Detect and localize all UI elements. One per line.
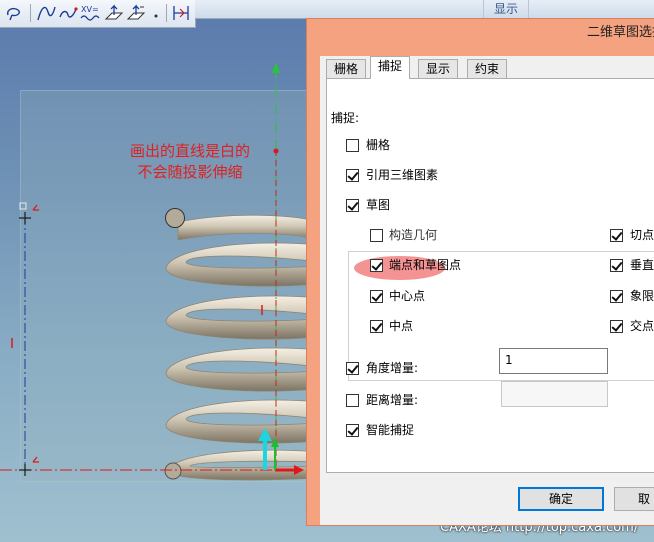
- tab-grid[interactable]: 栅格: [326, 59, 367, 78]
- tab-constraint[interactable]: 约束: [467, 59, 508, 78]
- center-checkbox[interactable]: [370, 290, 383, 303]
- distance-increment-checkbox[interactable]: [346, 394, 359, 407]
- toolbar-separator: [30, 4, 31, 22]
- snap-tab-panel: 捕捉: 栅格 引用三维图素 草图 构造几何 切点 端点和草图点 垂直 中心点 象…: [326, 78, 654, 473]
- spring-coils: [165, 214, 321, 481]
- annotation-line-2: 不会随投影伸缩: [137, 163, 243, 181]
- construction-label: 构造几何: [389, 228, 438, 242]
- axis-point-top: [273, 148, 279, 154]
- midpoint-checkbox[interactable]: [370, 320, 383, 333]
- cancel-button[interactable]: 取: [614, 487, 654, 511]
- sketch-checkbox[interactable]: [346, 199, 359, 212]
- spring-end-circle-top: [165, 208, 185, 228]
- sketch-label: 草图: [366, 198, 391, 212]
- sketch-select-dialog: 二维草图选择 栅格 捕捉 显示 约束 捕捉: 栅格 引用三维图素 草图 构造几何…: [306, 18, 654, 526]
- tab-display-top[interactable]: 显示: [483, 0, 529, 18]
- tab-snap[interactable]: 捕捉: [370, 56, 411, 79]
- plane-arrow-icon[interactable]: [104, 3, 124, 23]
- snap-section-label: 捕捉:: [331, 111, 360, 125]
- angle-increment-checkbox[interactable]: [346, 362, 359, 375]
- curve-icon[interactable]: [58, 3, 78, 23]
- perpendicular-label: 垂直: [630, 258, 654, 272]
- distance-increment-input[interactable]: [501, 381, 608, 407]
- spring-end-circle-bottom: [164, 462, 182, 480]
- endpoint-marker-top: [19, 202, 39, 224]
- svg-text:XV=: XV=: [81, 5, 99, 14]
- reference-icon[interactable]: [171, 3, 191, 23]
- perpendicular-checkbox[interactable]: [610, 259, 623, 272]
- lasso-icon[interactable]: [4, 3, 24, 23]
- smart-snap-checkbox[interactable]: [346, 424, 359, 437]
- intersection-label: 交点: [630, 319, 654, 333]
- toolbar-separator: [166, 4, 167, 22]
- quadrant-checkbox[interactable]: [610, 290, 623, 303]
- angle-increment-input[interactable]: 1: [499, 348, 608, 374]
- midpoint-label: 中点: [389, 319, 414, 333]
- text-curve-icon[interactable]: XV=: [80, 3, 100, 23]
- tangent-checkbox[interactable]: [610, 229, 623, 242]
- endpoints-checkbox[interactable]: [370, 259, 383, 272]
- dialog-client-area: 栅格 捕捉 显示 约束 捕捉: 栅格 引用三维图素 草图 构造几何 切点 端点和…: [320, 56, 654, 525]
- endpoints-label: 端点和草图点: [389, 258, 462, 272]
- distance-increment-label: 距离增量:: [366, 393, 419, 407]
- grid-checkbox[interactable]: [346, 139, 359, 152]
- annotation-text: 画出的直线是白的 不会随投影伸缩: [110, 141, 270, 183]
- intersection-checkbox[interactable]: [610, 320, 623, 333]
- sketch-toolbar: XV=: [0, 0, 196, 28]
- annotation-line-1: 画出的直线是白的: [129, 142, 250, 160]
- angle-increment-label: 角度增量:: [366, 361, 419, 375]
- quadrant-label: 象限点: [630, 289, 654, 303]
- tab-strip: 栅格 捕捉 显示 约束: [326, 56, 654, 79]
- spline-icon[interactable]: [36, 3, 56, 23]
- tab-display[interactable]: 显示: [418, 59, 459, 78]
- ref3d-checkbox[interactable]: [346, 169, 359, 182]
- center-label: 中心点: [389, 289, 426, 303]
- ref3d-label: 引用三维图素: [366, 168, 439, 182]
- green-axis-arrow-icon: [272, 62, 280, 73]
- endpoint-marker-bottom: [19, 456, 39, 476]
- grid-label: 栅格: [366, 138, 391, 152]
- point-icon[interactable]: [150, 3, 170, 23]
- ok-button[interactable]: 确定: [518, 487, 604, 511]
- tangent-label: 切点: [630, 228, 654, 242]
- smart-snap-label: 智能捕捉: [366, 423, 415, 437]
- top-tab-bar: 显示: [195, 0, 654, 19]
- dialog-title: 二维草图选择: [587, 25, 654, 40]
- construction-checkbox[interactable]: [370, 229, 383, 242]
- plane-arrow-2-icon[interactable]: [126, 3, 146, 23]
